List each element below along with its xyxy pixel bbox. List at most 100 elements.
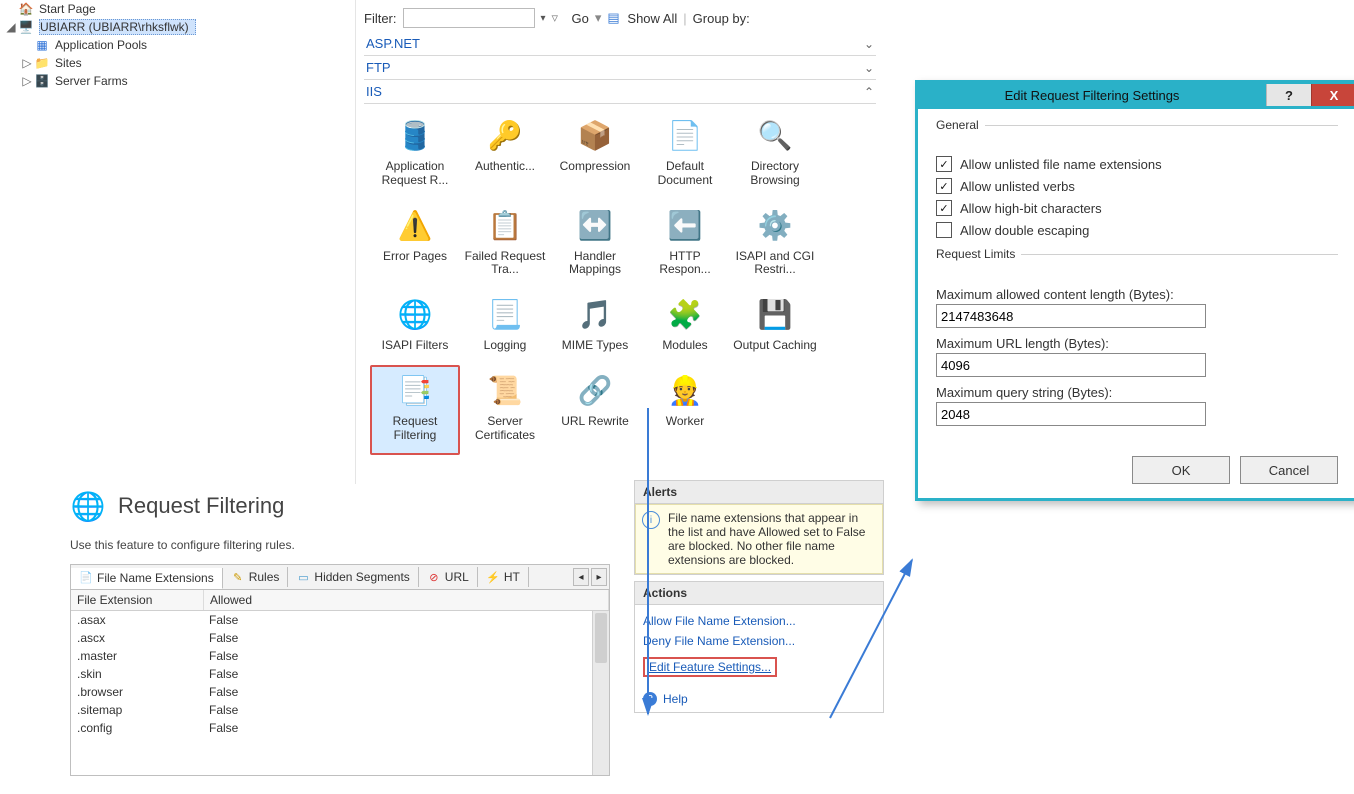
expander-icon[interactable]: ◢: [5, 20, 17, 35]
feature-logging[interactable]: 📃Logging: [460, 289, 550, 365]
input-max-url-length[interactable]: [936, 353, 1206, 377]
input-max-content-length[interactable]: [936, 304, 1206, 328]
tree-server-node[interactable]: ◢ 🖥️ UBIARR (UBIARR\rhksflwk): [5, 18, 335, 36]
table-row[interactable]: .skinFalse: [71, 665, 609, 683]
feature-isapi-filters[interactable]: 🌐ISAPI Filters: [370, 289, 460, 365]
feature-output-caching[interactable]: 💾Output Caching: [730, 289, 820, 365]
request-filtering-panel: 🌐 Request Filtering Use this feature to …: [70, 488, 610, 776]
tab-rules[interactable]: ✎ Rules: [223, 567, 289, 587]
feature-default-document[interactable]: 📄Default Document: [640, 110, 730, 200]
feature-application-request-r[interactable]: 🛢️Application Request R...: [370, 110, 460, 200]
tree-server-farms[interactable]: ▷ 🗄️ Server Farms: [5, 72, 335, 90]
dialog-help-button[interactable]: ?: [1266, 84, 1311, 106]
feature-directory-browsing[interactable]: 🔍Directory Browsing: [730, 110, 820, 200]
table-row[interactable]: .masterFalse: [71, 647, 609, 665]
feature-label: Compression: [560, 160, 631, 174]
checkbox-allow-unlisted-extensions[interactable]: ✓ Allow unlisted file name extensions: [936, 156, 1338, 172]
checkbox-allow-unlisted-verbs[interactable]: ✓ Allow unlisted verbs: [936, 178, 1338, 194]
tab-hidden-segments[interactable]: ▭ Hidden Segments: [288, 567, 418, 587]
checkbox-allow-high-bit[interactable]: ✓ Allow high-bit characters: [936, 200, 1338, 216]
action-edit-feature-settings[interactable]: Edit Feature Settings...: [643, 657, 777, 677]
checkbox-icon: ✓: [936, 156, 952, 172]
tab-url[interactable]: ⊘ URL: [419, 567, 478, 587]
groupby-dropdown[interactable]: Group by:: [693, 11, 750, 26]
feature-label: Authentic...: [475, 160, 535, 174]
tab-scroll-left[interactable]: ◂: [573, 568, 589, 586]
feature-icon: 📃: [485, 295, 525, 335]
tab-scroll-right[interactable]: ▸: [591, 568, 607, 586]
table-row[interactable]: .browserFalse: [71, 683, 609, 701]
feature-icon: 📦: [575, 116, 615, 156]
ok-button[interactable]: OK: [1132, 456, 1230, 484]
action-deny-extension[interactable]: Deny File Name Extension...: [643, 631, 875, 651]
cancel-button[interactable]: Cancel: [1240, 456, 1338, 484]
feature-icon: 📋: [485, 206, 525, 246]
alerts-header: Alerts: [634, 480, 884, 504]
tree-sites[interactable]: ▷ 📁 Sites: [5, 54, 335, 72]
action-help[interactable]: ? Help: [643, 686, 875, 706]
checkbox-label: Allow unlisted file name extensions: [960, 157, 1162, 172]
feature-label: ISAPI and CGI Restri...: [733, 250, 817, 278]
rf-header: 🌐 Request Filtering: [70, 488, 610, 524]
checkbox-allow-double-escaping[interactable]: Allow double escaping: [936, 222, 1338, 238]
tree-label: Server Farms: [55, 74, 128, 88]
dialog-body: General ✓ Allow unlisted file name exten…: [918, 109, 1354, 498]
expander-icon[interactable]: ▷: [21, 56, 33, 71]
column-header-allowed[interactable]: Allowed: [204, 590, 609, 610]
showall-button[interactable]: ▤ Show All: [607, 10, 677, 26]
cell-allowed: False: [203, 629, 609, 647]
feature-icon: 🛢️: [395, 116, 435, 156]
input-max-query-string[interactable]: [936, 402, 1206, 426]
feature-compression[interactable]: 📦 Compression: [550, 110, 640, 200]
dialog-close-button[interactable]: X: [1311, 84, 1354, 106]
feature-worker[interactable]: 👷Worker: [640, 365, 730, 455]
table-header-row: File Extension Allowed: [71, 590, 609, 611]
feature-url-rewrite[interactable]: 🔗URL Rewrite: [550, 365, 640, 455]
filter-input[interactable]: [403, 8, 535, 28]
vertical-scrollbar[interactable]: [592, 611, 609, 775]
tab-label: Rules: [249, 570, 280, 584]
feature-server-certificates[interactable]: 📜Server Certificates: [460, 365, 550, 455]
feature-error-pages[interactable]: ⚠️Error Pages: [370, 200, 460, 290]
feature-label: MIME Types: [562, 339, 628, 353]
label-max-content-length: Maximum allowed content length (Bytes):: [936, 287, 1338, 302]
feature-icon: ⚠️: [395, 206, 435, 246]
help-icon: ?: [643, 692, 657, 706]
tab-http-verbs[interactable]: ⚡ HT: [478, 567, 529, 587]
tree-app-pools[interactable]: ▦ Application Pools: [5, 36, 335, 54]
tree-label: UBIARR (UBIARR\rhksflwk): [39, 19, 196, 35]
feature-http-respon[interactable]: ⬅️HTTP Respon...: [640, 200, 730, 290]
category-aspnet[interactable]: ASP.NET ⌄: [364, 32, 876, 56]
feature-modules[interactable]: 🧩Modules: [640, 289, 730, 365]
column-header-extension[interactable]: File Extension: [71, 590, 204, 610]
feature-label: Request Filtering: [373, 415, 457, 443]
label-max-url-length: Maximum URL length (Bytes):: [936, 336, 1338, 351]
feature-failed-request-tra[interactable]: 📋Failed Request Tra...: [460, 200, 550, 290]
feature-isapi-and-cgi-restri[interactable]: ⚙️ISAPI and CGI Restri...: [730, 200, 820, 290]
expander-icon[interactable]: ▷: [21, 74, 33, 89]
feature-request-filtering[interactable]: 📑Request Filtering: [370, 365, 460, 455]
dialog-titlebar[interactable]: Edit Request Filtering Settings ? X: [918, 81, 1354, 109]
connections-tree: 🏠 Start Page ◢ 🖥️ UBIARR (UBIARR\rhksflw…: [5, 0, 335, 90]
cell-allowed: False: [203, 701, 609, 719]
feature-label: Server Certificates: [463, 415, 547, 443]
feature-handler-mappings[interactable]: ↔️Handler Mappings: [550, 200, 640, 290]
table-row[interactable]: .ascxFalse: [71, 629, 609, 647]
tree-start-page[interactable]: 🏠 Start Page: [5, 0, 335, 18]
feature-authentic[interactable]: 🔑Authentic...: [460, 110, 550, 200]
tab-file-name-extensions[interactable]: 📄 File Name Extensions: [71, 568, 223, 589]
feature-mime-types[interactable]: 🎵MIME Types: [550, 289, 640, 365]
page-title: Request Filtering: [118, 493, 284, 519]
general-legend: General: [936, 118, 985, 132]
tab-label: File Name Extensions: [97, 571, 214, 585]
table-row[interactable]: .configFalse: [71, 719, 609, 737]
home-icon: 🏠: [17, 1, 35, 17]
checkbox-label: Allow high-bit characters: [960, 201, 1102, 216]
dropdown-icon[interactable]: ▾: [541, 13, 546, 24]
action-allow-extension[interactable]: Allow File Name Extension...: [643, 611, 875, 631]
table-row[interactable]: .asaxFalse: [71, 611, 609, 629]
table-row[interactable]: .sitemapFalse: [71, 701, 609, 719]
category-ftp[interactable]: FTP ⌄: [364, 56, 876, 80]
category-iis[interactable]: IIS ⌃: [364, 80, 876, 104]
go-button[interactable]: ▿ Go: [552, 10, 589, 26]
